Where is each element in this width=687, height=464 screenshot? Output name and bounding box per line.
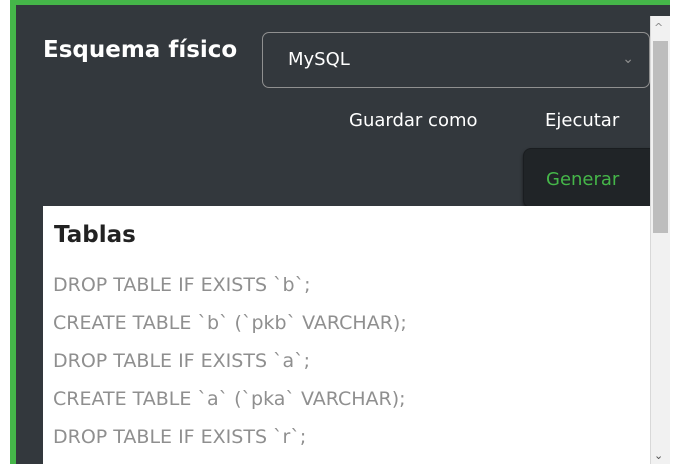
generate-button[interactable]: Generar	[523, 148, 659, 208]
sql-lines-list: DROP TABLE IF EXISTS `b`; CREATE TABLE `…	[53, 274, 407, 464]
tables-heading: Tablas	[54, 222, 136, 248]
execute-button[interactable]: Ejecutar	[545, 110, 619, 131]
selected-engine-value: MySQL	[288, 49, 350, 70]
database-engine-select[interactable]: MySQL ⌄	[262, 32, 650, 88]
chevron-down-icon: ⌄	[622, 51, 634, 67]
sql-line: DROP TABLE IF EXISTS `r`;	[53, 426, 307, 448]
scroll-thumb[interactable]	[653, 41, 668, 233]
sql-line: CREATE TABLE `a` (`pka` VARCHAR);	[53, 388, 406, 410]
save-as-button[interactable]: Guardar como	[349, 110, 478, 131]
physical-schema-viewport: Esquema físico MySQL ⌄ Guardar como Ejec…	[0, 0, 687, 464]
sql-line: DROP TABLE IF EXISTS `a`;	[53, 350, 311, 372]
scroll-down-icon[interactable]: ⌄	[654, 449, 663, 462]
panel-title: Esquema físico	[43, 37, 238, 63]
sql-line: CREATE TABLE `b` (`pkb` VARCHAR);	[53, 312, 407, 334]
sql-line: DROP TABLE IF EXISTS `b`;	[53, 274, 311, 296]
vertical-scrollbar[interactable]: ^ ⌄	[650, 16, 670, 464]
generated-sql-output: Tablas DROP TABLE IF EXISTS `b`; CREATE …	[43, 206, 650, 464]
scroll-up-icon[interactable]: ^	[654, 21, 663, 34]
